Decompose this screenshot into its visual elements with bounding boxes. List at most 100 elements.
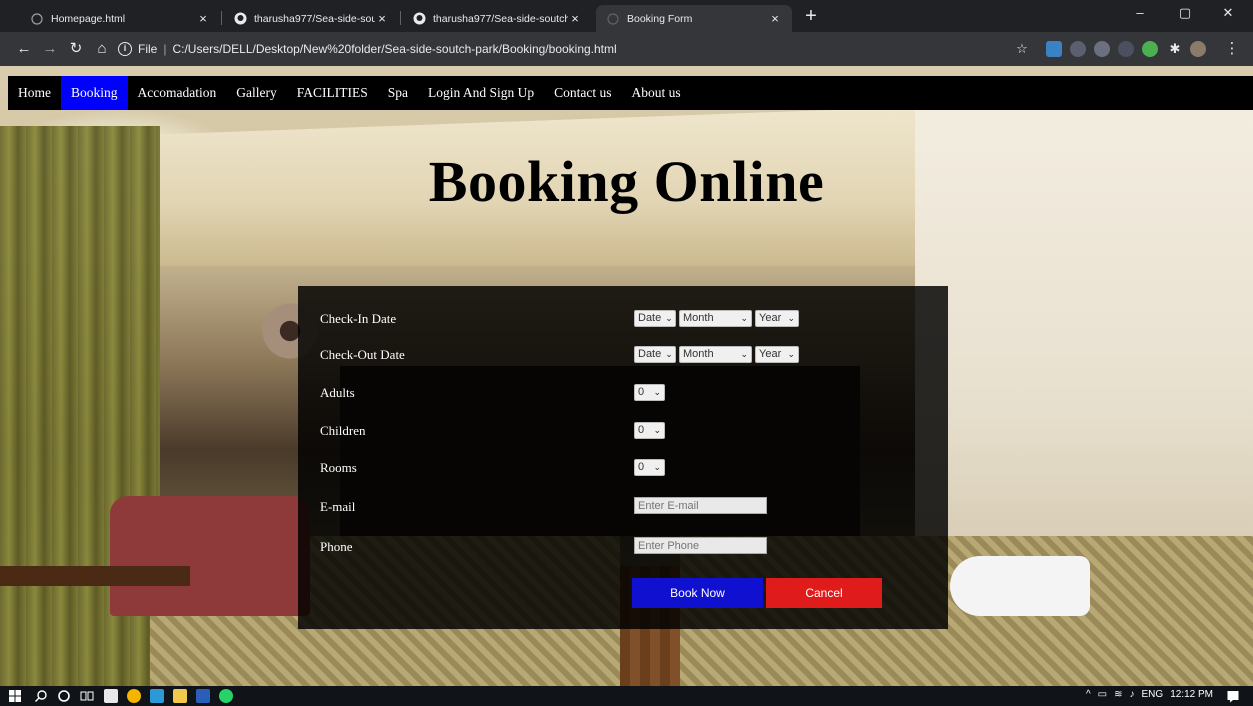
phone-label: Phone <box>320 539 353 554</box>
github-icon <box>412 12 426 26</box>
extension-icon[interactable] <box>1094 41 1110 57</box>
tab-title: Homepage.html <box>51 12 126 25</box>
minimize-icon[interactable]: – <box>1120 5 1160 20</box>
chevron-down-icon: ⌄ <box>740 313 748 323</box>
chevron-down-icon: ⌄ <box>653 462 661 472</box>
nav-contact[interactable]: Contact us <box>544 76 621 110</box>
tab-title: Booking Form <box>627 12 693 25</box>
email-label: E-mail <box>320 499 356 514</box>
info-icon[interactable]: i <box>118 42 132 56</box>
checkin-year-select[interactable]: Year ⌄ <box>755 310 799 327</box>
tab-github-1[interactable]: tharusha977/Sea-side-soutch-pa × <box>223 5 399 32</box>
nav-home[interactable]: Home <box>8 76 61 110</box>
chevron-down-icon: ⌄ <box>653 425 661 435</box>
checkin-month-select[interactable]: Month ⌄ <box>679 310 752 327</box>
select-value: Month <box>683 312 714 324</box>
tab-separator <box>400 11 401 25</box>
home-icon[interactable]: ⌂ <box>92 39 112 59</box>
language-indicator[interactable]: ENG <box>1142 689 1164 700</box>
reload-icon[interactable]: ↻ <box>66 39 86 59</box>
background-towels <box>950 556 1090 616</box>
checkin-date-select[interactable]: Date ⌄ <box>634 310 676 327</box>
extension-icon[interactable] <box>1118 41 1134 57</box>
checkout-date-select[interactable]: Date ⌄ <box>634 346 676 363</box>
rooms-select[interactable]: 0 ⌄ <box>634 459 665 476</box>
chevron-down-icon: ⌄ <box>665 349 673 359</box>
nav-gallery[interactable]: Gallery <box>226 76 286 110</box>
windows-taskbar: ^ ▭ ≋ ♪ ENG 12:12 PM <box>0 686 1253 706</box>
forward-arrow-icon[interactable]: → <box>40 39 60 59</box>
close-icon[interactable]: × <box>568 11 582 26</box>
bookmark-star-icon[interactable]: ☆ <box>1012 39 1032 59</box>
tab-homepage[interactable]: Homepage.html × <box>20 5 220 32</box>
chevron-up-icon[interactable]: ^ <box>1086 689 1091 700</box>
page-title: Booking Online <box>428 149 825 214</box>
address-divider: | <box>163 42 167 56</box>
browser-toolbar: ← → ↻ ⌂ i File | C:/Users/DELL/Desktop/N… <box>0 32 1253 66</box>
extension-icon[interactable] <box>1142 41 1158 57</box>
window-close-icon[interactable]: ✕ <box>1208 5 1248 21</box>
nav-facilities[interactable]: FACILITIES <box>287 76 378 110</box>
mail-icon[interactable] <box>150 689 164 703</box>
tab-booking-form[interactable]: Booking Form × <box>596 5 792 32</box>
chrome-icon[interactable] <box>127 689 141 703</box>
windows-start-icon[interactable] <box>8 689 22 703</box>
avatar[interactable] <box>1190 41 1206 57</box>
chevron-down-icon: ⌄ <box>787 349 795 359</box>
word-icon[interactable] <box>196 689 210 703</box>
task-view-icon[interactable] <box>80 689 94 703</box>
children-select[interactable]: 0 ⌄ <box>634 422 665 439</box>
close-icon[interactable]: × <box>196 11 210 26</box>
new-tab-icon[interactable]: + <box>800 6 822 28</box>
browser-tab-strip: Homepage.html × tharusha977/Sea-side-sou… <box>0 0 1253 32</box>
adults-label: Adults <box>320 385 355 400</box>
checkout-year-select[interactable]: Year ⌄ <box>755 346 799 363</box>
select-value: Month <box>683 348 714 360</box>
extension-icon[interactable] <box>1070 41 1086 57</box>
menu-dots-icon[interactable]: ⋮ <box>1222 39 1242 59</box>
background-armchair <box>110 496 310 616</box>
tab-title: tharusha977/Sea-side-soutch-pa <box>254 12 375 25</box>
booking-form: Check-In Date Date ⌄ Month ⌄ Year ⌄ Check-O… <box>298 286 948 629</box>
select-value: Year <box>759 348 782 360</box>
back-arrow-icon[interactable]: ← <box>14 39 34 59</box>
nav-about[interactable]: About us <box>622 76 691 110</box>
email-field[interactable] <box>634 497 767 514</box>
address-url: C:/Users/DELL/Desktop/New%20folder/Sea-s… <box>172 42 617 56</box>
adults-select[interactable]: 0 ⌄ <box>634 384 665 401</box>
wifi-icon[interactable]: ≋ <box>1114 689 1122 700</box>
phone-field[interactable] <box>634 537 767 554</box>
whatsapp-icon[interactable] <box>219 689 233 703</box>
maximize-icon[interactable]: ▢ <box>1165 5 1205 21</box>
cancel-button[interactable]: Cancel <box>766 578 882 608</box>
nav-booking[interactable]: Booking <box>61 76 128 110</box>
search-icon[interactable] <box>34 689 48 703</box>
puzzle-icon[interactable]: ✱ <box>1165 39 1185 59</box>
github-icon <box>233 12 247 26</box>
select-value: Date <box>638 312 662 324</box>
battery-icon[interactable]: ▭ <box>1098 689 1107 700</box>
volume-icon[interactable]: ♪ <box>1130 689 1135 700</box>
select-value: 0 <box>638 424 645 436</box>
file-explorer-icon[interactable] <box>173 689 187 703</box>
close-icon[interactable]: × <box>375 11 389 26</box>
checkout-month-select[interactable]: Month ⌄ <box>679 346 752 363</box>
tab-github-2[interactable]: tharusha977/Sea-side-soutch-pa × <box>402 5 592 32</box>
select-value: Date <box>638 348 662 360</box>
checkin-label: Check-In Date <box>320 311 397 326</box>
close-icon[interactable]: × <box>768 11 782 26</box>
select-value: Year <box>759 312 782 324</box>
store-icon[interactable] <box>104 689 118 703</box>
nav-spa[interactable]: Spa <box>378 76 418 110</box>
address-bar[interactable]: i File | C:/Users/DELL/Desktop/New%20fol… <box>118 37 1048 61</box>
select-value: 0 <box>638 461 645 473</box>
extension-icon[interactable] <box>1046 41 1062 57</box>
tab-title: tharusha977/Sea-side-soutch-pa <box>433 12 568 25</box>
clock[interactable]: 12:12 PM <box>1170 689 1213 700</box>
background-table <box>0 566 190 586</box>
notifications-icon[interactable] <box>1226 689 1240 703</box>
cortana-icon[interactable] <box>57 689 71 703</box>
nav-accomadation[interactable]: Accomadation <box>128 76 227 110</box>
nav-login-signup[interactable]: Login And Sign Up <box>418 76 544 110</box>
book-now-button[interactable]: Book Now <box>632 578 763 608</box>
